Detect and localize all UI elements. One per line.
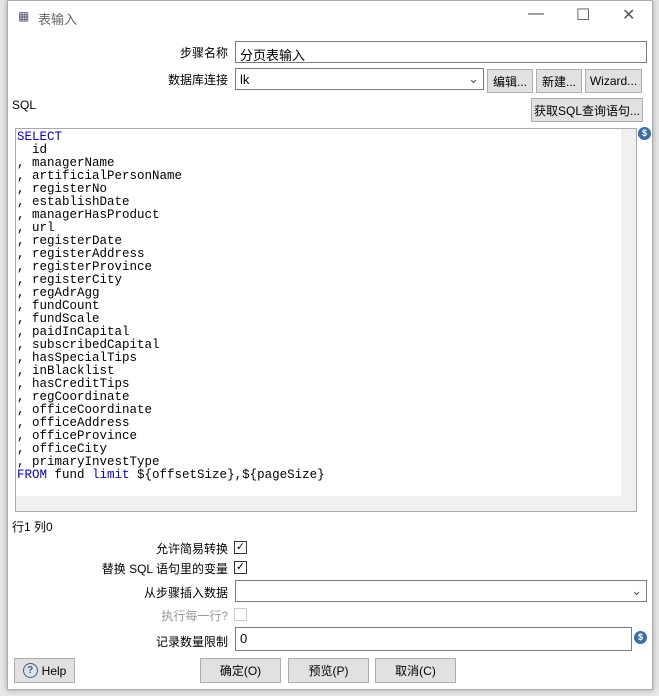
sql-keyword: limit: [92, 468, 130, 482]
table-icon: ▦: [18, 9, 30, 23]
edit-connection-button[interactable]: 编辑...: [487, 69, 533, 93]
sql-line: SELECT: [17, 131, 636, 144]
minimize-button[interactable]: —: [528, 5, 544, 23]
sql-text: , registerDate: [17, 234, 123, 248]
sql-line: , fundCount: [17, 300, 636, 313]
ok-button[interactable]: 确定(O): [200, 658, 281, 683]
sql-line: FROM fund limit ${offsetSize},${pageSize…: [17, 469, 636, 482]
preview-button[interactable]: 预览(P): [288, 658, 369, 683]
db-connection-label: 数据库连接: [167, 73, 228, 87]
sql-text: , managerName: [17, 156, 115, 170]
get-sql-button[interactable]: 获取SQL查询语句...: [531, 98, 643, 122]
sql-text: ${offsetSize},${pageSize}: [129, 468, 325, 482]
lazy-conversion-checkbox[interactable]: ✓: [234, 541, 247, 554]
sql-text: , regCoordinate: [17, 390, 130, 404]
sql-scrollbar[interactable]: [621, 129, 636, 511]
limit-label: 记录数量限制: [155, 635, 228, 649]
sql-line: , managerHasProduct: [17, 209, 636, 222]
sql-text: , primaryInvestType: [17, 455, 160, 469]
cancel-button[interactable]: 取消(C): [375, 658, 456, 683]
sql-text: , subscribedCapital: [17, 338, 160, 352]
sql-line: , regAdrAgg: [17, 287, 636, 300]
sql-editor[interactable]: SELECT id, managerName, artificialPerson…: [15, 128, 637, 512]
sql-text: , officeProvince: [17, 429, 138, 443]
insert-from-step-select[interactable]: ⌄: [235, 580, 647, 602]
step-name-input[interactable]: 分页表输入: [235, 41, 647, 63]
sql-text: , regAdrAgg: [17, 286, 100, 300]
sql-text: id: [17, 143, 48, 157]
limit-input[interactable]: 0: [235, 627, 632, 651]
sql-text: , inBlacklist: [17, 364, 115, 378]
maximize-button[interactable]: ☐: [576, 5, 590, 25]
new-connection-button[interactable]: 新建...: [536, 69, 582, 93]
insert-from-step-label: 从步骤插入数据: [143, 586, 228, 600]
db-connection-select[interactable]: lk ⌄: [235, 68, 484, 90]
step-name-label: 步骤名称: [179, 46, 228, 60]
help-icon: ?: [22, 663, 38, 678]
close-button[interactable]: ✕: [622, 5, 635, 25]
sql-text: , establishDate: [17, 195, 130, 209]
lazy-conversion-label: 允许简易转换: [155, 542, 228, 556]
window-title: 表输入: [38, 12, 78, 27]
sql-keyword: FROM: [17, 468, 48, 482]
sql-text: , fundCount: [17, 299, 100, 313]
variable-icon: $: [634, 631, 647, 644]
sql-text: , registerNo: [17, 182, 108, 196]
sql-text: , paidInCapital: [17, 325, 130, 339]
sql-text: , officeAddress: [17, 416, 130, 430]
sql-text: , registerAddress: [17, 247, 145, 261]
sql-label: SQL: [12, 98, 37, 112]
sql-text: , fundScale: [17, 312, 100, 326]
chevron-down-icon: ⌄: [468, 71, 479, 86]
sql-text: fund: [47, 468, 93, 482]
variable-icon: $: [638, 127, 651, 140]
db-connection-value: lk: [240, 72, 250, 87]
sql-text: , managerHasProduct: [17, 208, 160, 222]
sql-keyword: SELECT: [17, 130, 63, 144]
replace-variables-checkbox[interactable]: ✓: [234, 561, 247, 574]
help-label: Help: [41, 663, 67, 678]
sql-line: , registerCity: [17, 274, 636, 287]
chevron-down-icon: ⌄: [631, 583, 642, 598]
execute-each-row-label: 执行每一行?: [161, 609, 228, 623]
sql-text: , artificialPersonName: [17, 169, 183, 183]
replace-variables-label: 替换 SQL 语句里的变量: [101, 562, 228, 576]
wizard-button[interactable]: Wizard...: [585, 69, 642, 93]
sql-text: , officeCoordinate: [17, 403, 153, 417]
sql-text: , hasCreditTips: [17, 377, 130, 391]
execute-each-row-checkbox[interactable]: [234, 608, 247, 621]
cursor-position: 行1 列0: [12, 520, 53, 534]
sql-text: , url: [17, 221, 55, 235]
help-button[interactable]: ? Help: [14, 658, 75, 683]
sql-text: , registerProvince: [17, 260, 153, 274]
sql-text: , registerCity: [17, 273, 123, 287]
sql-text: , officeCity: [17, 442, 108, 456]
sql-horizontal-scrollbar[interactable]: [16, 496, 621, 511]
table-input-dialog: ▦ 表输入 — ☐ ✕ 步骤名称 分页表输入 数据库连接 lk ⌄ 编辑... …: [7, 0, 653, 690]
sql-line: , officeProvince: [17, 430, 636, 443]
sql-line: , artificialPersonName: [17, 170, 636, 183]
sql-text: , hasSpecialTips: [17, 351, 138, 365]
